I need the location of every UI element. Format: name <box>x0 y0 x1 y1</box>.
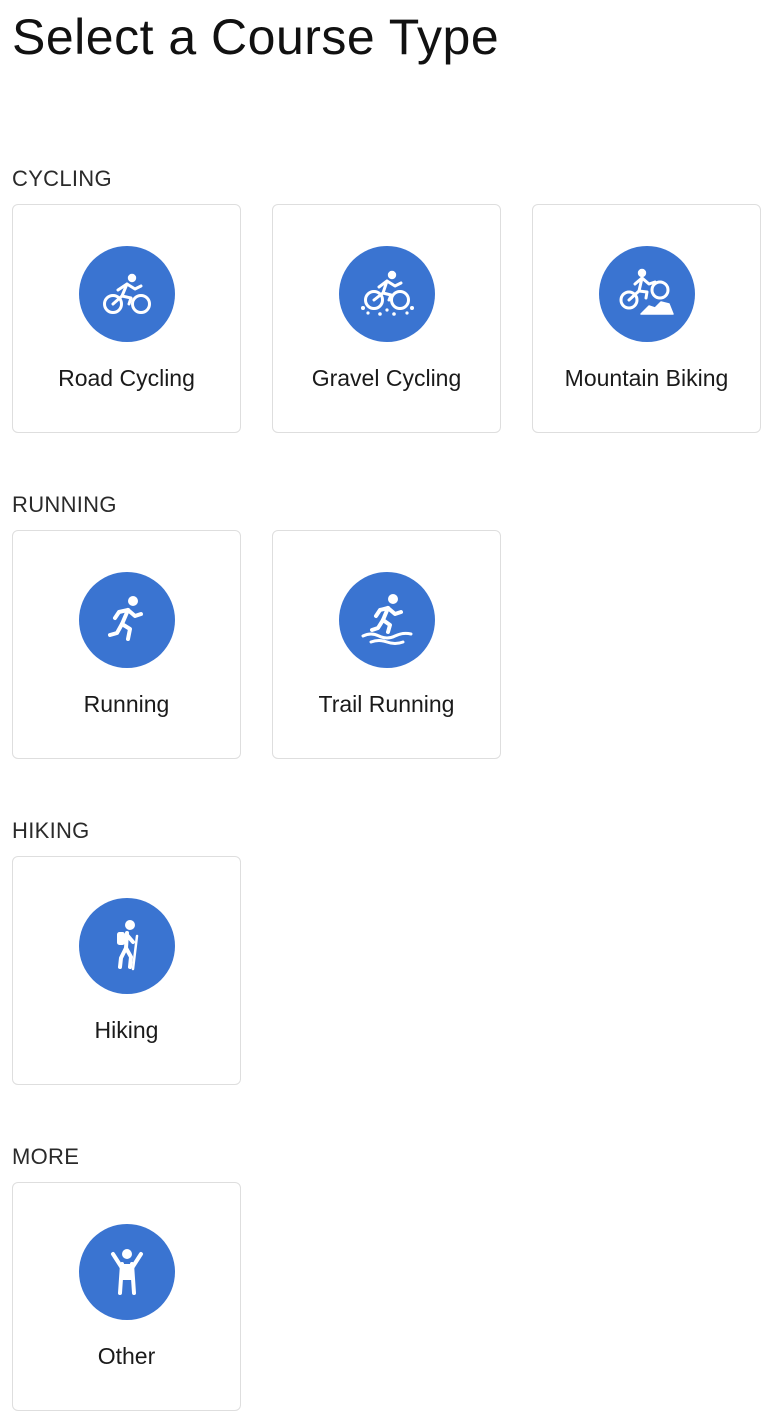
section-label-more: MORE <box>12 1144 80 1169</box>
mountain-biking-icon <box>599 246 695 342</box>
course-type-road-cycling[interactable]: Road Cycling <box>12 204 241 433</box>
card-row-more: Other <box>12 1182 241 1411</box>
section-more: MORE Other <box>12 1144 772 1411</box>
course-type-trail-running[interactable]: Trail Running <box>272 530 501 759</box>
hiking-icon <box>79 898 175 994</box>
page-title: Select a Course Type <box>12 9 500 65</box>
trail-running-icon <box>339 572 435 668</box>
course-type-label: Road Cycling <box>58 365 195 391</box>
course-type-label: Hiking <box>94 1017 159 1043</box>
section-running: RUNNING Running Trail Running <box>12 492 772 759</box>
course-type-label: Gravel Cycling <box>311 365 462 391</box>
course-type-mountain-biking[interactable]: Mountain Biking <box>532 204 761 433</box>
course-type-label: Other <box>97 1343 156 1369</box>
course-type-label: Running <box>83 691 170 717</box>
section-label-running: RUNNING <box>12 492 117 517</box>
course-type-label: Mountain Biking <box>564 365 729 391</box>
road-cycling-icon <box>79 246 175 342</box>
gravel-cycling-icon <box>339 246 435 342</box>
course-type-gravel-cycling[interactable]: Gravel Cycling <box>272 204 501 433</box>
card-row-running: Running Trail Running <box>12 530 501 759</box>
course-type-label: Trail Running <box>318 691 455 717</box>
section-cycling: CYCLING Road Cycling Gravel Cycling Moun… <box>12 166 772 433</box>
course-type-running[interactable]: Running <box>12 530 241 759</box>
course-type-hiking[interactable]: Hiking <box>12 856 241 1085</box>
section-label-hiking: HIKING <box>12 818 90 843</box>
course-type-other[interactable]: Other <box>12 1182 241 1411</box>
section-label-cycling: CYCLING <box>12 166 112 191</box>
section-hiking: HIKING Hiking <box>12 818 772 1085</box>
other-activity-icon <box>79 1224 175 1320</box>
card-row-cycling: Road Cycling Gravel Cycling Mountain Bik… <box>12 204 761 433</box>
card-row-hiking: Hiking <box>12 856 241 1085</box>
running-icon <box>79 572 175 668</box>
